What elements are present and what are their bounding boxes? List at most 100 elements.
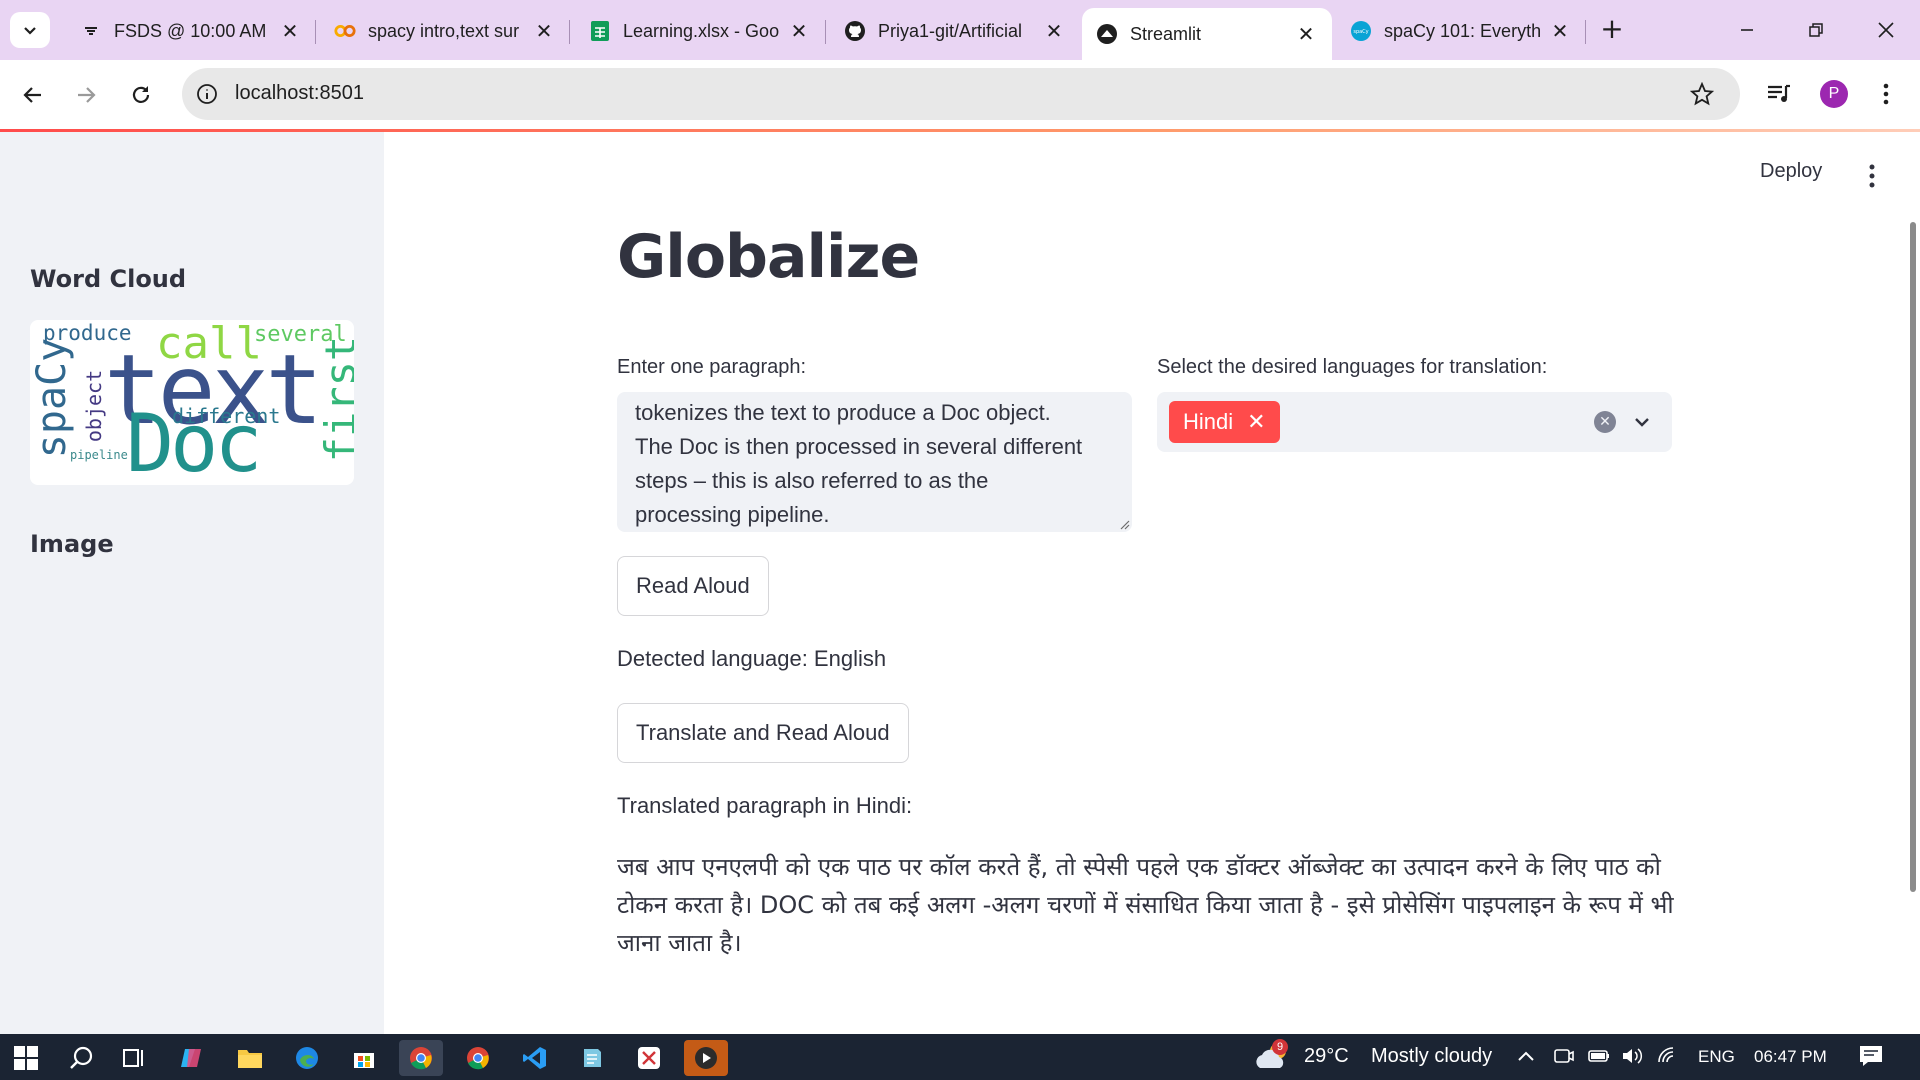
chevron-down-icon[interactable] [1630,410,1654,434]
minimize-icon [1741,29,1753,31]
close-icon[interactable]: ✕ [278,19,302,43]
github-icon [844,20,866,42]
chrome-icon[interactable] [399,1040,443,1076]
address-bar[interactable] [182,68,1740,120]
back-button[interactable] [15,77,51,113]
snipping-tool-icon[interactable] [627,1040,671,1076]
clock[interactable]: 06:47 PM [1754,1047,1827,1067]
image-heading: Image [30,530,114,558]
sheets-icon [589,20,611,42]
chrome-profile-icon[interactable] [456,1040,500,1076]
weather-temperature[interactable]: 29°C [1304,1045,1349,1068]
edge-icon[interactable] [285,1040,329,1076]
tab-github[interactable]: Priya1-git/Artificial ✕ [830,8,1080,54]
tab-title: Streamlit [1130,23,1202,44]
close-icon[interactable]: ✕ [1247,409,1265,435]
translated-heading: Translated paragraph in Hindi: [617,793,913,818]
camera-icon[interactable] [1553,1046,1575,1066]
close-icon[interactable]: ✕ [532,19,556,43]
profile-avatar[interactable]: P [1820,80,1848,108]
restore-icon [1809,23,1823,37]
new-tab-button[interactable]: + [1594,14,1630,46]
wordcloud-word: first [316,335,354,463]
star-icon[interactable] [1690,82,1714,106]
wifi-icon[interactable] [1657,1046,1679,1066]
tab-title: spaCy 101: Everyth [1384,20,1542,41]
weather-badge: 9 [1272,1039,1288,1055]
tab-separator [825,20,826,44]
wordcloud-word: pipeline [70,448,128,462]
tab-streamlit[interactable]: Streamlit ✕ [1082,8,1332,60]
reload-icon [132,86,150,103]
tab-separator [315,20,316,44]
vscode-icon[interactable] [513,1040,557,1076]
close-icon [1878,22,1894,38]
tab-fsds[interactable]: FSDS @ 10:00 AM ✕ [66,8,316,54]
tab-search-button[interactable] [10,12,50,48]
tab-spacy-intro[interactable]: spacy intro,text sur ✕ [320,8,570,54]
colab-icon [334,20,356,42]
reload-button[interactable] [123,77,159,113]
arrow-left-icon [23,87,41,103]
url-text[interactable]: localhost:8501 [235,82,364,105]
wordcloud-word: different [172,404,281,428]
clear-all-icon[interactable]: ✕ [1594,411,1616,433]
volume-icon[interactable] [1621,1046,1645,1066]
tab-title: Priya1-git/Artificial [878,20,1023,41]
languages-label: Select the desired languages for transla… [1157,356,1548,378]
search-icon[interactable] [60,1040,104,1076]
wordcloud-word: call [156,320,262,369]
weather-condition[interactable]: Mostly cloudy [1371,1045,1492,1068]
file-explorer-icon[interactable] [228,1040,272,1076]
close-window-button[interactable] [1856,12,1916,48]
restore-button[interactable] [1786,12,1846,48]
close-icon[interactable]: ✕ [1548,19,1572,43]
tab-learning-xlsx[interactable]: Learning.xlsx - Goo ✕ [575,8,825,54]
translate-read-aloud-button[interactable]: Translate and Read Aloud [617,703,909,763]
task-view-icon[interactable] [112,1040,156,1076]
wordcloud-word: object [82,369,107,443]
forward-button[interactable] [68,77,104,113]
read-aloud-button[interactable]: Read Aloud [617,556,769,616]
translated-paragraph: जब आप एनएलपी को एक पाठ पर कॉल करते हैं, … [617,853,1674,957]
notification-icon [80,20,102,42]
close-icon[interactable]: ✕ [1294,22,1318,46]
paragraph-textarea-value: tokenizes the text to produce a Doc obje… [635,400,1083,527]
copilot-icon[interactable] [170,1040,214,1076]
language-indicator[interactable]: ENG [1698,1047,1735,1067]
tab-title: FSDS @ 10:00 AM [114,20,267,41]
wordcloud-word: spaCy [30,337,76,459]
close-icon[interactable]: ✕ [787,19,811,43]
language-chip-hindi[interactable]: Hindi ✕ [1169,401,1280,443]
minimize-button[interactable] [1717,12,1777,48]
paragraph-input-label: Enter one paragraph: [617,356,807,378]
resize-handle-icon[interactable] [1118,518,1130,530]
info-icon[interactable] [196,83,218,105]
microsoft-store-icon[interactable] [342,1040,386,1076]
tab-title: Learning.xlsx - Goo [623,20,780,41]
page-title: Globalize [617,222,920,292]
tab-separator [569,20,570,44]
paragraph-textarea[interactable]: tokenizes the text to produce a Doc obje… [617,392,1132,532]
wordcloud-image: text Doc call spaCy first several produc… [30,320,354,485]
wordcloud-heading: Word Cloud [30,265,187,293]
notification-center-icon[interactable] [1858,1044,1884,1068]
deploy-button[interactable]: Deploy [1760,160,1822,183]
media-player-icon[interactable] [684,1040,728,1076]
windows-start-icon[interactable] [4,1040,48,1076]
notepad-icon[interactable] [570,1040,614,1076]
more-vertical-icon[interactable] [1862,162,1882,190]
media-controls-icon[interactable] [1766,82,1792,106]
wordcloud-word: produce [43,321,132,345]
more-vertical-icon[interactable] [1876,82,1896,106]
battery-icon[interactable] [1587,1046,1611,1066]
spacy-icon: spaCy [1350,20,1372,42]
scrollbar-thumb[interactable] [1910,222,1916,892]
chevron-up-icon[interactable] [1516,1048,1536,1064]
tab-spacy-101[interactable]: spaCy spaCy 101: Everyth ✕ [1336,8,1586,54]
tab-separator [1585,20,1586,44]
chevron-down-icon [24,27,36,35]
close-icon[interactable]: ✕ [1042,19,1066,43]
language-chip-label: Hindi [1183,409,1234,434]
wordcloud-word: several [254,322,347,347]
